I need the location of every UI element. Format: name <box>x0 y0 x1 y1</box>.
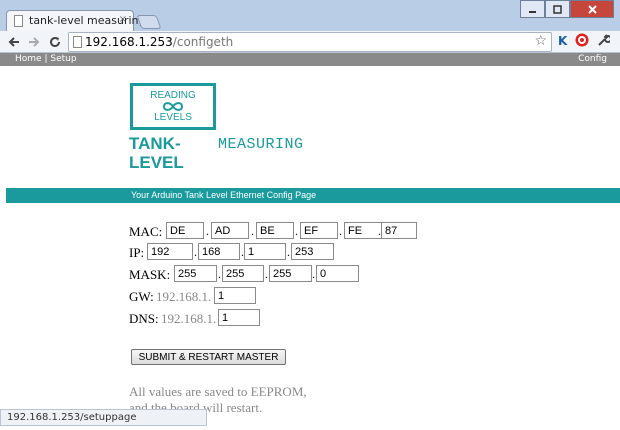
status-bar: 192.168.1.253/setuppage <box>0 409 207 426</box>
home-link[interactable]: Home <box>15 54 42 64</box>
window-titlebar: tank-level measuring × <box>0 0 620 31</box>
mac-byte-3-input[interactable] <box>256 222 294 239</box>
wrench-shape <box>598 34 612 46</box>
reload-icon <box>50 37 61 48</box>
brand-tank: TANK- <box>129 134 181 153</box>
page-menubar: Home | Setup Config <box>0 53 620 66</box>
minimize-icon <box>529 10 536 13</box>
mask-label: MASK: <box>129 267 171 282</box>
mask-octet-1-input[interactable] <box>174 265 217 282</box>
url-host: 192.168.1.253 <box>85 35 173 49</box>
url-path: /configeth <box>172 35 234 49</box>
dns-label: DNS: <box>129 311 159 326</box>
ip-octet-1-input[interactable] <box>147 243 193 260</box>
note-line-1: All values are saved to EEPROM, <box>129 384 307 399</box>
forward-button[interactable] <box>25 33 43 51</box>
address-bar[interactable]: 192.168.1.253/configeth ☆ <box>68 32 552 52</box>
extension-stop-icon[interactable] <box>575 33 589 50</box>
infinity-icon <box>162 102 184 111</box>
maximize-icon <box>553 4 562 14</box>
mac-byte-1-input[interactable] <box>166 222 204 239</box>
separator-dot: . <box>251 224 254 238</box>
wrench-icon[interactable] <box>597 34 612 50</box>
separator-dot: . <box>265 267 268 281</box>
ip-octet-2-input[interactable] <box>198 243 240 260</box>
gw-prefix: 192.168.1. <box>156 289 212 304</box>
separator-dot: . <box>339 224 342 238</box>
browser-tab[interactable]: tank-level measuring × <box>6 10 145 31</box>
separator-dot: . <box>287 245 290 259</box>
browser-toolbar: 192.168.1.253/configeth ☆ K <box>0 31 620 53</box>
separator-dot: . <box>218 267 221 281</box>
brand-title: TANK- LEVEL <box>129 134 184 172</box>
tab-close-icon[interactable]: × <box>119 14 127 25</box>
back-arrow-icon <box>8 37 19 47</box>
mac-byte-6-input[interactable] <box>381 222 417 239</box>
dns-prefix: 192.168.1. <box>161 311 217 326</box>
separator-dot: . <box>206 224 209 238</box>
mac-byte-2-input[interactable] <box>211 222 249 239</box>
minimize-button[interactable] <box>520 0 545 18</box>
window-controls <box>520 0 614 19</box>
page-icon <box>73 36 82 48</box>
tab-title: tank-level measuring <box>29 14 146 27</box>
separator-dot: . <box>194 245 197 259</box>
mac-byte-5-input[interactable] <box>344 222 382 239</box>
mask-octet-3-input[interactable] <box>269 265 312 282</box>
logo-text-levels: LEVELS <box>154 112 192 123</box>
brand-measuring: MEASURING <box>218 136 304 153</box>
mac-label: MAC: <box>129 224 163 239</box>
reload-button[interactable] <box>46 33 64 51</box>
logo-text-reading: READING <box>150 90 196 101</box>
setup-link[interactable]: Setup <box>50 54 76 64</box>
separator-dot: . <box>312 267 315 281</box>
page-banner: Your Arduino Tank Level Ethernet Config … <box>6 188 620 203</box>
config-link[interactable]: Config <box>578 53 607 66</box>
close-window-button[interactable] <box>570 0 614 18</box>
stop-sign-icon <box>575 33 589 47</box>
maximize-button[interactable] <box>545 0 570 18</box>
dns-last-octet-input[interactable] <box>218 309 260 326</box>
reading-levels-logo: READING LEVELS <box>130 83 216 130</box>
forward-arrow-icon <box>29 37 40 47</box>
ip-label: IP: <box>129 245 145 260</box>
separator-dot: . <box>295 224 298 238</box>
ip-octet-4-input[interactable] <box>291 243 334 260</box>
page-icon <box>14 15 23 27</box>
new-tab-button[interactable] <box>136 15 162 29</box>
submit-restart-button[interactable]: SUBMIT & RESTART MASTER <box>131 349 286 365</box>
bookmark-star-icon[interactable]: ☆ <box>534 33 547 49</box>
url-text: 192.168.1.253/configeth <box>85 35 233 49</box>
mac-byte-4-input[interactable] <box>300 222 338 239</box>
gw-last-octet-input[interactable] <box>214 287 256 304</box>
mask-octet-2-input[interactable] <box>222 265 264 282</box>
extension-k-icon[interactable]: K <box>558 34 567 48</box>
banner-text: Your Arduino Tank Level Ethernet Config … <box>131 190 317 200</box>
ip-octet-3-input[interactable] <box>244 243 286 260</box>
brand-level: LEVEL <box>129 153 184 172</box>
gw-label: GW: <box>129 289 154 304</box>
back-button[interactable] <box>5 33 23 51</box>
menu-separator: | <box>44 54 48 64</box>
close-icon <box>587 4 597 14</box>
mask-octet-4-input[interactable] <box>316 265 359 282</box>
